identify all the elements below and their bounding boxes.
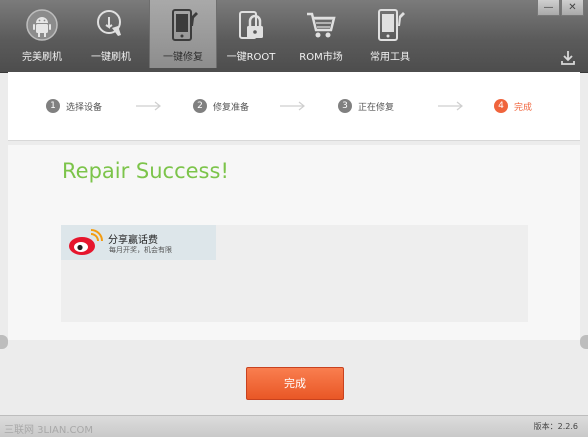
window-controls: — ✕: [536, 0, 584, 16]
nav-rom-market[interactable]: ROM市场: [288, 0, 354, 70]
step-repairing: 3 正在修复: [338, 98, 394, 114]
step-number: 1: [46, 99, 60, 113]
share-subtitle: 每月开奖，机会有限: [109, 246, 172, 254]
step-number: 4: [494, 99, 508, 113]
step-select-device: 1 选择设备: [46, 98, 102, 114]
finish-button[interactable]: 完成: [246, 367, 344, 400]
step-label: 完成: [514, 102, 533, 113]
right-edge-handle: [580, 335, 588, 349]
phone-touch-icon: [97, 10, 121, 36]
share-title: 分享赢话费: [108, 235, 158, 246]
cart-icon: [307, 12, 336, 38]
watermark-text: 三联网 3LIAN.COM: [4, 425, 94, 436]
nav-common-tools[interactable]: 常用工具: [357, 0, 423, 70]
step-label: 修复准备: [213, 102, 250, 113]
android-icon: [26, 9, 58, 41]
nav-one-key-repair[interactable]: 一键修复: [149, 0, 217, 68]
top-toolbar: 完美刷机 一键刷机 一键修复 一键ROOT ROM市场 常用工具 — ✕: [0, 0, 588, 73]
version-text: 版本：2.2.6: [533, 422, 578, 431]
minimize-button[interactable]: —: [537, 0, 560, 16]
weibo-share-button[interactable]: 分享赢话费 每月开奖，机会有限: [61, 225, 216, 260]
result-panel: Repair Success! 分享赢话费 每月开奖，机会有限: [8, 145, 580, 340]
nav-label: 常用工具: [370, 52, 410, 63]
nav-label: 完美刷机: [22, 52, 62, 63]
nav-perfect-flash[interactable]: 完美刷机: [9, 0, 75, 70]
repair-success-title: Repair Success!: [62, 159, 229, 183]
nav-label: ROM市场: [299, 52, 343, 63]
left-edge-handle: [0, 335, 8, 349]
step-number: 2: [193, 99, 207, 113]
step-progress-bar: 1 选择设备 2 修复准备 3 正在修复 4 完成: [8, 72, 580, 141]
arrow-right-icon: [438, 101, 463, 111]
arrow-right-icon: [136, 101, 161, 111]
arrow-right-icon: [280, 101, 305, 111]
status-bar: 三联网 3LIAN.COM 版本：2.2.6: [0, 415, 588, 437]
step-repair-prepare: 2 修复准备: [193, 98, 249, 114]
nav-one-key-root[interactable]: 一键ROOT: [218, 0, 284, 70]
nav-label: 一键ROOT: [226, 52, 276, 63]
lock-icon: [239, 11, 263, 39]
step-label: 正在修复: [358, 102, 395, 113]
close-button[interactable]: ✕: [561, 0, 584, 16]
download-icon[interactable]: [560, 50, 576, 66]
step-number: 3: [338, 99, 352, 113]
step-label: 选择设备: [66, 102, 103, 113]
step-complete: 4 完成: [494, 98, 532, 114]
phone-repair-icon: [172, 9, 198, 41]
weibo-icon: [69, 229, 103, 255]
nav-label: 一键刷机: [91, 52, 131, 63]
nav-one-key-flash[interactable]: 一键刷机: [78, 0, 144, 70]
tools-icon: [378, 9, 405, 41]
nav-label: 一键修复: [163, 52, 203, 63]
app-window: 完美刷机 一键刷机 一键修复 一键ROOT ROM市场 常用工具 — ✕ 1 选…: [0, 0, 588, 437]
